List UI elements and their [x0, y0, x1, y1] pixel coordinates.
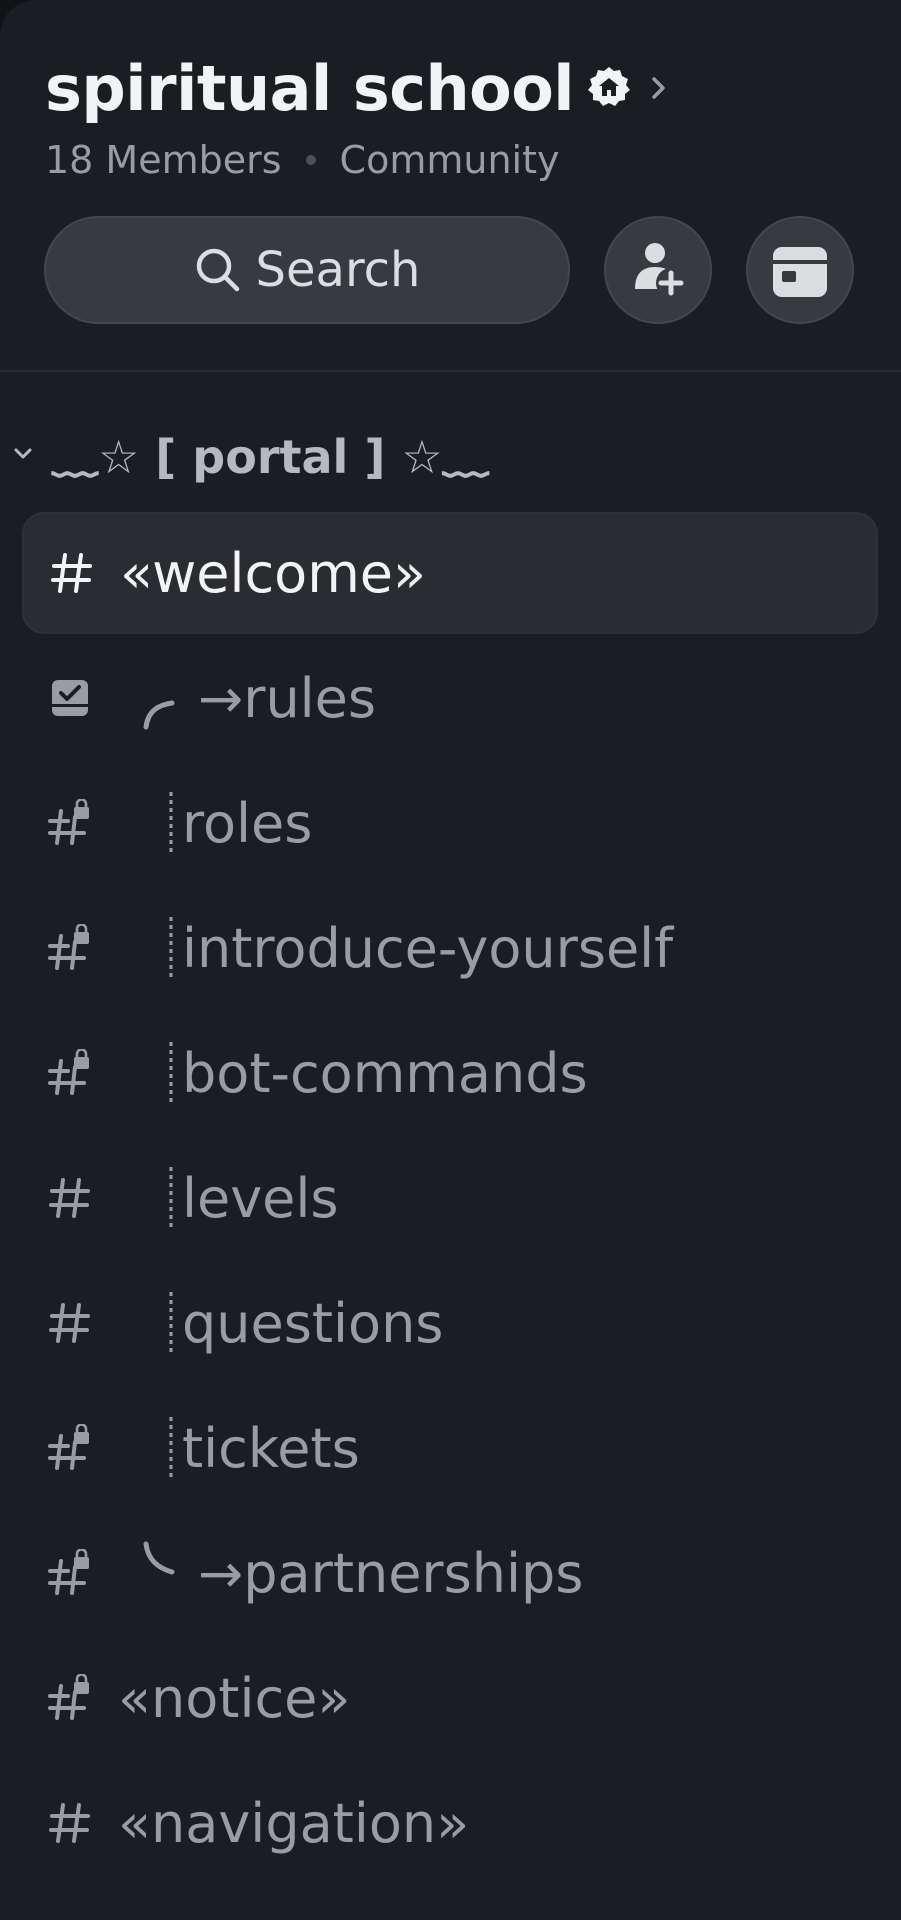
channel-row[interactable]: roles	[22, 762, 878, 884]
locked-hash-icon	[48, 924, 89, 970]
tree-branch-start-icon	[143, 700, 175, 730]
channel-name: roles	[182, 791, 313, 855]
events-button[interactable]	[746, 216, 854, 324]
add-user-icon	[635, 243, 686, 298]
channel-row[interactable]: →rules	[22, 637, 878, 759]
locked-hash-icon	[48, 799, 89, 845]
search-button[interactable]: Search	[44, 216, 570, 324]
chevron-right-icon	[652, 77, 665, 99]
hash-icon	[49, 1303, 90, 1343]
channel-row[interactable]: questions	[22, 1262, 878, 1384]
channel-name: «welcome»	[120, 541, 427, 605]
channel-row[interactable]: «notice»	[22, 1637, 878, 1759]
member-count: 18 Members	[45, 138, 282, 182]
channel-name: →partnerships	[198, 1541, 584, 1605]
category-label: ﹏☆ [ portal ] ☆﹏	[52, 430, 489, 484]
category-portal[interactable]: ﹏☆ [ portal ] ☆﹏	[10, 418, 489, 490]
hash-icon	[51, 553, 92, 593]
community-home-icon	[588, 67, 631, 106]
locked-hash-icon	[48, 1549, 89, 1595]
hash-icon	[49, 1803, 90, 1843]
rules-icon	[52, 680, 88, 716]
channel-name: →rules	[198, 666, 377, 730]
tree-branch-end-icon	[143, 1541, 175, 1575]
server-meta: 18 Members Community	[45, 138, 559, 182]
server-title-row[interactable]: spiritual school	[45, 48, 670, 128]
channel-row[interactable]: «welcome»	[22, 512, 878, 634]
channel-sidebar: spiritual school 18 Members Community Se…	[0, 0, 901, 1920]
channel-name: «notice»	[118, 1666, 351, 1730]
meta-separator-dot	[305, 155, 316, 165]
search-label: Search	[255, 242, 421, 298]
channel-name: introduce-yourself	[182, 916, 674, 980]
channel-row[interactable]: →partnerships	[22, 1512, 878, 1634]
hash-icon	[49, 1178, 90, 1218]
channel-row[interactable]: introduce-yourself	[22, 887, 878, 1009]
channel-row[interactable]: tickets	[22, 1387, 878, 1509]
channel-name: tickets	[182, 1416, 360, 1480]
server-name: spiritual school	[45, 51, 575, 125]
channel-name: questions	[182, 1291, 444, 1355]
server-header: spiritual school 18 Members Community Se…	[0, 0, 901, 372]
invite-members-button[interactable]	[604, 216, 712, 324]
calendar-icon	[773, 247, 827, 297]
locked-hash-icon	[48, 1674, 89, 1720]
server-type: Community	[339, 138, 560, 182]
channel-row[interactable]: bot-commands	[22, 1012, 878, 1134]
search-icon	[196, 248, 239, 292]
chevron-down-icon	[14, 448, 32, 459]
channel-name: «navigation»	[118, 1791, 470, 1855]
channel-row[interactable]: «navigation»	[22, 1762, 878, 1884]
sidebar-surface: spiritual school 18 Members Community Se…	[0, 0, 901, 1920]
channel-name: bot-commands	[182, 1041, 588, 1105]
channel-row[interactable]: levels	[22, 1137, 878, 1259]
locked-hash-icon	[48, 1049, 89, 1095]
channel-name: levels	[182, 1166, 339, 1230]
locked-hash-icon	[48, 1424, 89, 1470]
